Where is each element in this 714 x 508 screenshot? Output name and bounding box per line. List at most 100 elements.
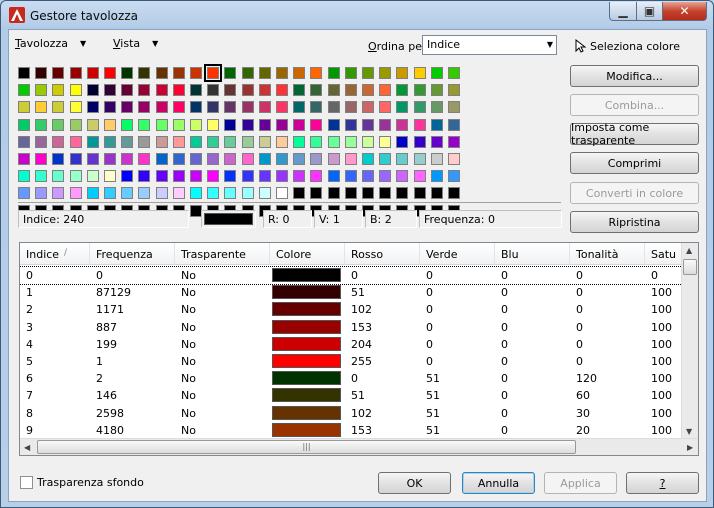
palette-swatch[interactable] — [207, 153, 220, 165]
palette-swatch[interactable] — [396, 118, 409, 131]
palette-swatch[interactable] — [172, 135, 185, 148]
scroll-down-icon[interactable]: ▼ — [686, 427, 692, 436]
palette-swatch[interactable] — [362, 170, 374, 183]
compress-button[interactable]: Comprimi — [570, 152, 699, 174]
palette-swatch[interactable] — [86, 187, 99, 200]
palette-swatch[interactable] — [258, 67, 271, 79]
palette-swatch[interactable] — [293, 153, 306, 165]
palette-swatch[interactable] — [448, 187, 460, 200]
palette-swatch[interactable] — [293, 170, 306, 183]
palette-swatch[interactable] — [121, 84, 134, 97]
vertical-scroll-thumb[interactable] — [683, 259, 697, 275]
palette-swatch[interactable] — [190, 118, 202, 131]
palette-swatch[interactable] — [276, 170, 288, 183]
palette-swatch[interactable] — [224, 187, 237, 200]
palette-swatch[interactable] — [241, 67, 254, 79]
palette-swatch[interactable] — [18, 187, 30, 200]
table-row[interactable]: 7 146 No 51 51 0 60 100 — [20, 387, 690, 404]
palette-swatch[interactable] — [104, 67, 116, 79]
palette-swatch[interactable] — [86, 101, 99, 114]
palette-swatch[interactable] — [172, 187, 185, 200]
palette-swatch[interactable] — [413, 101, 426, 114]
palette-swatch[interactable] — [35, 170, 48, 183]
maximize-button[interactable]: ▣ — [636, 2, 663, 21]
palette-swatch[interactable] — [190, 135, 202, 148]
horizontal-scrollbar[interactable]: ◀ ||| ▶ — [20, 438, 698, 455]
palette-swatch[interactable] — [276, 118, 288, 131]
palette-swatch[interactable] — [293, 135, 306, 148]
palette-swatch[interactable] — [138, 135, 151, 148]
palette-swatch[interactable] — [138, 67, 151, 79]
palette-swatch[interactable] — [276, 101, 288, 114]
palette-swatch[interactable] — [138, 153, 151, 165]
palette-swatch[interactable] — [190, 84, 202, 97]
palette-swatch[interactable] — [18, 118, 30, 131]
menu-palette[interactable]: Tavolozza ▼ — [15, 37, 86, 50]
cancel-button[interactable]: Annulla — [462, 472, 535, 494]
palette-swatch[interactable] — [293, 84, 306, 97]
palette-swatch[interactable] — [104, 101, 116, 114]
palette-swatch[interactable] — [327, 118, 340, 131]
palette-swatch[interactable] — [18, 153, 30, 165]
palette-swatch[interactable] — [413, 135, 426, 148]
palette-swatch[interactable] — [52, 187, 65, 200]
palette-swatch[interactable] — [121, 135, 134, 148]
palette-swatch[interactable] — [138, 187, 151, 200]
palette-swatch[interactable] — [190, 170, 202, 183]
palette-swatch[interactable] — [362, 187, 374, 200]
palette-swatch[interactable] — [190, 153, 202, 165]
palette-swatch[interactable] — [172, 153, 185, 165]
palette-swatch[interactable] — [207, 101, 220, 114]
palette-swatch[interactable] — [413, 118, 426, 131]
palette-swatch[interactable] — [207, 170, 220, 183]
palette-swatch[interactable] — [52, 67, 65, 79]
palette-swatch[interactable] — [172, 67, 185, 79]
palette-swatch[interactable] — [86, 118, 99, 131]
palette-swatch[interactable] — [396, 153, 409, 165]
palette-swatch[interactable] — [104, 135, 116, 148]
palette-swatch[interactable] — [35, 153, 48, 165]
palette-swatch[interactable] — [448, 153, 460, 165]
palette-swatch[interactable] — [344, 135, 357, 148]
palette-swatch[interactable] — [344, 170, 357, 183]
palette-swatch[interactable] — [155, 118, 168, 131]
palette-swatch[interactable] — [413, 153, 426, 165]
palette-swatch[interactable] — [172, 118, 185, 131]
palette-swatch[interactable] — [52, 135, 65, 148]
palette-swatch[interactable] — [35, 101, 48, 114]
palette-swatch[interactable] — [327, 135, 340, 148]
palette-swatch[interactable] — [104, 84, 116, 97]
horizontal-scroll-thumb[interactable]: ||| — [37, 440, 576, 454]
palette-swatch[interactable] — [121, 187, 134, 200]
palette-swatch[interactable] — [293, 101, 306, 114]
palette-swatch[interactable] — [104, 187, 116, 200]
palette-swatch[interactable] — [172, 84, 185, 97]
palette-swatch[interactable] — [86, 135, 99, 148]
palette-swatch[interactable] — [276, 153, 288, 165]
palette-swatch[interactable] — [344, 153, 357, 165]
palette-swatch[interactable] — [413, 187, 426, 200]
table-row[interactable]: 9 4180 No 153 51 0 20 100 — [20, 422, 690, 439]
palette-swatch[interactable] — [310, 84, 323, 97]
palette-swatch[interactable] — [121, 67, 134, 79]
palette-swatch[interactable] — [344, 118, 357, 131]
palette-swatch[interactable] — [190, 101, 202, 114]
palette-swatch[interactable] — [430, 101, 443, 114]
bg-transparency-checkbox[interactable]: Trasparenza sfondo — [20, 476, 144, 489]
palette-swatch[interactable] — [190, 67, 202, 79]
palette-swatch[interactable] — [224, 67, 237, 79]
palette-swatch[interactable] — [121, 101, 134, 114]
palette-swatch[interactable] — [430, 135, 443, 148]
column-header[interactable]: Tonalità — [570, 243, 645, 265]
palette-swatch[interactable] — [448, 101, 460, 114]
palette-swatch[interactable] — [155, 187, 168, 200]
palette-swatch[interactable] — [379, 187, 392, 200]
palette-swatch[interactable] — [396, 84, 409, 97]
palette-swatch[interactable] — [430, 187, 443, 200]
column-header[interactable]: Rosso — [345, 243, 420, 265]
scroll-left-icon[interactable]: ◀ — [24, 443, 30, 452]
ok-button[interactable]: OK — [378, 472, 451, 494]
column-header[interactable]: Trasparente — [175, 243, 270, 265]
combine-button[interactable]: Combina... — [570, 94, 699, 116]
palette-swatch[interactable] — [310, 153, 323, 165]
